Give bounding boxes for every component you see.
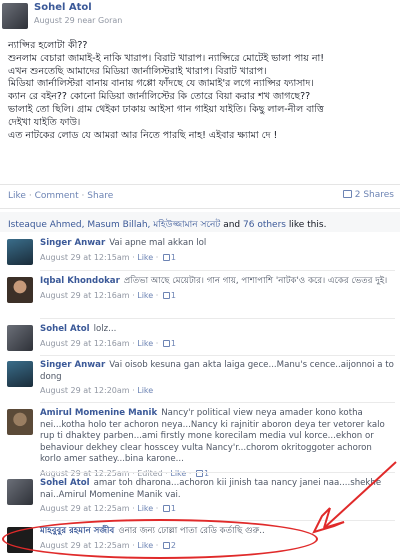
post-line: মিডিয়া জার্নালিস্টরা বানায় বানায় গপ্প… <box>8 78 314 90</box>
comment-text: lolz... <box>93 324 117 334</box>
likes-and: and <box>223 220 241 230</box>
commenter-name[interactable]: Amirul Momenine Manik <box>40 408 157 418</box>
commenter-name[interactable]: Iqbal Khondokar <box>40 276 120 286</box>
thumbs-up-icon <box>195 469 203 477</box>
comment-body: Iqbal Khondokar প্রতিভা আছে মেয়েটার। গান… <box>40 276 395 301</box>
comment-body: Singer Anwar Vai apne mal akkan lol Augus… <box>40 238 395 263</box>
comment-like-link[interactable]: Like <box>137 339 153 348</box>
divider <box>0 184 400 185</box>
thumbs-up-icon <box>162 339 170 347</box>
comment-time[interactable]: August 29 at 12:15am <box>40 253 130 262</box>
post-line: এত নাটকের লোড যে আমরা আর নিতে পারছি নাহ!… <box>8 129 278 141</box>
comment-like-link[interactable]: Like <box>137 504 153 513</box>
post-line: ন্যাপ্সির হলোটা কী?? <box>8 40 88 51</box>
comment-meta: August 29 at 12:16am · Like · 1 <box>40 290 176 300</box>
commenter-name[interactable]: Singer Anwar <box>40 238 105 248</box>
likers-names[interactable]: Isteaque Ahmed, Masum Billah, মহিউজ্জামা… <box>8 220 220 230</box>
divider <box>40 318 395 319</box>
commenter-avatar[interactable] <box>7 277 33 303</box>
comment-edited[interactable]: Edited <box>137 469 163 478</box>
commenter-avatar[interactable] <box>7 479 33 505</box>
commenter-avatar[interactable] <box>7 325 33 351</box>
post-actions: Like · Comment · Share <box>8 191 113 201</box>
comment-like-link[interactable]: Like <box>170 469 186 478</box>
comment-time[interactable]: August 29 at 12:16am <box>40 339 130 348</box>
post-line: শুনলাম বেচারা জামাই-ই নাকি খারাপ। বিরাট … <box>8 52 325 64</box>
comment-meta: August 29 at 12:15am · Like · 1 <box>40 252 176 262</box>
comment-time[interactable]: August 29 at 12:20am <box>40 386 130 395</box>
post-line: এখন শুনতেছি আমাদের মিডিয়া জার্নালিস্টরা… <box>8 65 267 77</box>
comment-text: Vai apne mal akkan lol <box>109 238 207 248</box>
comment-meta: August 29 at 12:16am · Like · 1 <box>40 338 176 348</box>
divider <box>0 208 400 209</box>
post-meta[interactable]: August 29 near Goran <box>34 16 122 25</box>
likes-summary: Isteaque Ahmed, Masum Billah, মহিউজ্জামা… <box>8 217 326 232</box>
author-avatar[interactable] <box>2 3 28 29</box>
comment-like-count[interactable]: 1 <box>204 469 209 478</box>
likes-tail: like this. <box>288 220 327 230</box>
comment-time[interactable]: August 29 at 12:25am <box>40 504 130 513</box>
commenter-avatar[interactable] <box>7 409 33 435</box>
commenter-avatar[interactable] <box>7 361 33 387</box>
comment-like-link[interactable]: Like <box>137 291 153 300</box>
post-line: দেইখা যাইতি ফাউ। <box>8 116 81 128</box>
comment-like-count[interactable]: 1 <box>171 291 176 300</box>
share-link[interactable]: Share <box>87 191 113 201</box>
divider <box>40 355 395 356</box>
comment-time[interactable]: August 29 at 12:16am <box>40 291 130 300</box>
comment-body: Sohel Atol lolz... August 29 at 12:16am ·… <box>40 324 395 349</box>
commenter-name[interactable]: Singer Anwar <box>40 360 105 370</box>
divider <box>40 402 395 403</box>
likers-others[interactable]: 76 others <box>243 220 286 230</box>
comment-like-count[interactable]: 1 <box>171 504 176 513</box>
commenter-name[interactable]: Sohel Atol <box>40 478 90 488</box>
comment-link[interactable]: Comment <box>35 191 79 201</box>
post-author[interactable]: Sohel Atol <box>34 2 92 13</box>
highlight-ellipse <box>2 519 318 559</box>
post-header: Sohel Atol August 29 near Goran <box>0 0 400 34</box>
thumbs-up-icon <box>162 253 170 261</box>
comment-like-count[interactable]: 1 <box>171 253 176 262</box>
thumbs-up-icon <box>162 291 170 299</box>
divider <box>40 270 395 271</box>
post-line: ক্যান রে বইন?? কোনো মিডিয়া জার্নালিস্টে… <box>8 91 311 103</box>
like-link[interactable]: Like <box>8 191 26 201</box>
shares-label: 2 Shares <box>354 190 394 200</box>
comment-like-link[interactable]: Like <box>137 253 153 262</box>
highlight-arrow <box>312 461 397 534</box>
thumbs-up-icon <box>162 505 170 512</box>
comment-meta: August 29 at 12:20am · Like <box>40 386 154 395</box>
likes-bar: Isteaque Ahmed, Masum Billah, মহিউজ্জামা… <box>0 212 400 232</box>
post-line: ভালাই তো ছিলি। গ্রাম থেইকা ঢাকায় আইসা গ… <box>8 103 324 115</box>
shares-count[interactable]: 2 Shares <box>342 190 394 200</box>
comment-like-count[interactable]: 1 <box>171 339 176 348</box>
post-text: ন্যাপ্সির হলোটা কী?? শুনলাম বেচারা জামাই… <box>8 40 396 142</box>
comment-body: Singer Anwar Vai oisob kesuna gan akta la… <box>40 360 395 397</box>
commenter-name[interactable]: Sohel Atol <box>40 324 90 334</box>
commenter-avatar[interactable] <box>7 239 33 265</box>
comment-text: প্রতিভা আছে মেয়েটার। গান গায়, পাশাপাশি… <box>123 276 388 286</box>
comment-like-link[interactable]: Like <box>137 386 153 395</box>
comment-time[interactable]: August 29 at 12:25am <box>40 469 130 478</box>
share-icon <box>342 190 352 198</box>
